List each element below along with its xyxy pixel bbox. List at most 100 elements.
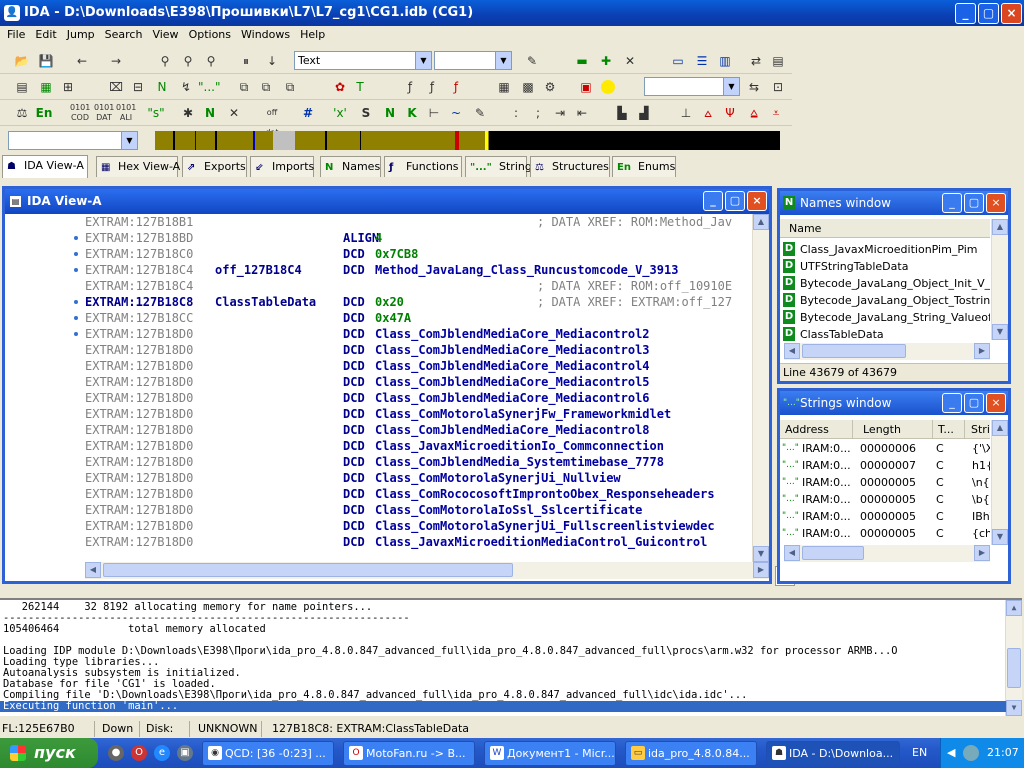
tab-imports[interactable]: ⇙ Imports	[250, 156, 314, 177]
scroll-down-icon[interactable]: ▼	[1006, 700, 1022, 716]
menu-edit[interactable]: Edit	[30, 26, 61, 46]
text-view-icon[interactable]: ▦	[36, 77, 56, 97]
scroll-left-icon[interactable]: ◀	[784, 343, 800, 359]
tab-names[interactable]: N Names	[320, 156, 381, 177]
calculator-icon[interactable]: ▦	[494, 77, 514, 97]
disasm-line[interactable]: EXTRAM:127B18D0 DCD Class_ComJblendMediaCo…	[5, 358, 756, 374]
manual-icon[interactable]: ✎	[470, 103, 490, 123]
taskbar-item-ida[interactable]: ☗ IDA - D:\Downloa...	[766, 741, 900, 766]
disasm-operand[interactable]: Class_ComMotorolaSynerjUi_Fullscreenlist…	[375, 518, 715, 534]
disasm-operand[interactable]: Class_ComMotorolaSynerjFw_Frameworkmidle…	[375, 406, 671, 422]
scroll-down-icon[interactable]: ▼	[992, 529, 1008, 545]
table-row[interactable]: "..."IRAM:0... 00000005 C {ch\	[780, 525, 990, 542]
name-icon[interactable]: N	[152, 77, 172, 97]
tab-functions[interactable]: ƒ Functions	[384, 156, 462, 177]
bar-chart-2-icon[interactable]: ▟	[634, 103, 654, 123]
remove-icon[interactable]: ✕	[620, 51, 640, 71]
disasm-line[interactable]: EXTRAM:127B18D0 DCD Class_JavaxMicroeditio…	[5, 438, 756, 454]
offset-icon[interactable]: off dat	[262, 103, 282, 137]
struct-icon[interactable]: ⧉	[234, 77, 254, 97]
disasm-mnemonic[interactable]: DCD	[343, 454, 365, 470]
length-column-header[interactable]: Length	[858, 420, 933, 439]
disasm-line[interactable]: EXTRAM:127B18D0 DCD Class_ComMotorolaSyner…	[5, 470, 756, 486]
scroll-thumb[interactable]	[802, 344, 906, 358]
align-op-icon[interactable]: 0101 ALI	[116, 103, 136, 123]
close-button[interactable]: ×	[747, 191, 767, 211]
semicolon-icon[interactable]: ;	[528, 103, 548, 123]
names-column-header[interactable]: Name	[784, 219, 990, 238]
disasm-operand[interactable]: Class_JavaxMicroeditionIo_Commconnection	[375, 438, 664, 454]
disasm-operand[interactable]: 0x47A	[375, 310, 411, 326]
disasm-mnemonic[interactable]: DCD	[343, 534, 365, 550]
string-column-header[interactable]: Stri	[966, 420, 992, 439]
disasm-line[interactable]: EXTRAM:127B18D0 DCD Class_ComJblendMediaCo…	[5, 390, 756, 406]
pause-icon[interactable]: ⏸	[236, 51, 256, 71]
disasm-line[interactable]: EXTRAM:127B18D0 DCD Class_ComJblendMedia_S…	[5, 454, 756, 470]
disasm-line[interactable]: EXTRAM:127B18C4 off_127B18C4 DCD Method_Jav…	[5, 262, 756, 278]
scroll-up-icon[interactable]: ▲	[992, 219, 1008, 235]
scroll-right-icon[interactable]: ▶	[974, 343, 990, 359]
scroll-down-icon[interactable]: ▼	[992, 324, 1008, 340]
maximize-button[interactable]: ▢	[725, 191, 745, 211]
disasm-mnemonic[interactable]: DCD	[343, 518, 365, 534]
tab-strings[interactable]: "..." Strings	[465, 156, 538, 177]
disasm-mnemonic[interactable]: DCD	[343, 502, 365, 518]
string-icon[interactable]: "..."	[198, 77, 220, 97]
function-end-icon[interactable]: ƒ	[446, 77, 466, 97]
menu-options[interactable]: Options	[184, 26, 236, 46]
view-mode-select[interactable]: Text ▼	[294, 51, 432, 70]
quicklaunch-app-2-icon[interactable]: ▣	[177, 745, 193, 761]
struct-var-icon[interactable]: ⧉	[256, 77, 276, 97]
delete-icon[interactable]: ✕	[224, 103, 244, 123]
disasm-line[interactable]: EXTRAM:127B18D0 DCD Class_ComMotorolaSyner…	[5, 518, 756, 534]
disasm-operand[interactable]: Class_ComJblendMediaCore_Mediacontrol4	[375, 358, 650, 374]
disasm-operand[interactable]: Class_ComJblendMediaCore_Mediacontrol8	[375, 422, 650, 438]
tab-structures[interactable]: ⚖ Structures	[530, 156, 610, 177]
scroll-down-icon[interactable]: ▼	[753, 546, 769, 562]
menu-help[interactable]: Help	[295, 26, 330, 46]
settings-icon[interactable]: ⊡	[768, 77, 788, 97]
forward-icon[interactable]: →	[106, 51, 126, 71]
xref-to-icon[interactable]: ⩟	[698, 103, 718, 123]
disasm-line[interactable]: EXTRAM:127B18D0 DCD Class_ComMotorolaSyner…	[5, 406, 756, 422]
window-tile-h-icon[interactable]: ☰	[692, 51, 712, 71]
nav-select[interactable]: ▼	[8, 131, 138, 150]
disasm-horizontal-scrollbar[interactable]: ◀ ▶	[85, 562, 769, 579]
disasm-line[interactable]: EXTRAM:127B18D0 DCD Class_ComRococosoftImp…	[5, 486, 756, 502]
strings-vertical-scrollbar[interactable]: ▲ ▼	[991, 420, 1008, 545]
names-horizontal-scrollbar[interactable]: ◀ ▶	[784, 343, 990, 360]
disassembly-listing[interactable]: EXTRAM:127B18B1 ; DATA XREF: ROM:Method_J…	[5, 214, 756, 562]
scroll-up-icon[interactable]: ▲	[753, 214, 769, 230]
function-edit-icon[interactable]: ƒ	[422, 77, 442, 97]
binoculars-next-icon[interactable]: ⚲	[178, 51, 198, 71]
log-line[interactable]: 105406464 total memory allocated	[3, 624, 266, 635]
disasm-label[interactable]: off_127B18C4	[215, 262, 302, 278]
minimize-button[interactable]: _	[703, 191, 723, 211]
disasm-mnemonic[interactable]: DCD	[343, 310, 365, 326]
xref-graph-icon[interactable]: ⩠	[744, 103, 764, 123]
scroll-left-icon[interactable]: ◀	[784, 545, 800, 561]
window-cascade-icon[interactable]: ▭	[668, 51, 688, 71]
menu-view[interactable]: View	[147, 26, 183, 46]
table-row[interactable]: "..."IRAM:0... 00000005 C IBh\	[780, 508, 990, 525]
rename-icon[interactable]: N	[200, 103, 220, 123]
structures-icon[interactable]: ⚖	[12, 103, 32, 123]
output-log[interactable]: ▲ ▼ 262144 32 8192 allocating memory for…	[0, 598, 1022, 716]
disasm-line[interactable]: EXTRAM:127B18BD ALIGN 4	[5, 230, 756, 246]
table-row[interactable]: "..." IRAM:0... 00000006 C {'\X	[780, 440, 990, 457]
disasm-mnemonic[interactable]: DCD	[343, 486, 365, 502]
scroll-up-icon[interactable]: ▲	[1006, 600, 1022, 616]
data-op-icon[interactable]: 0101 DAT	[94, 103, 114, 123]
xref-from-icon[interactable]: Ψ	[720, 103, 740, 123]
document-icon[interactable]: ▤	[12, 77, 32, 97]
graph-chart-icon[interactable]: ▩	[518, 77, 538, 97]
disasm-mnemonic[interactable]: DCD	[343, 246, 365, 262]
disasm-mnemonic[interactable]: DCD	[343, 406, 365, 422]
binoculars-icon[interactable]: ⚲	[155, 51, 175, 71]
tab-exports[interactable]: ⇗ Exports	[182, 156, 247, 177]
disasm-line[interactable]: EXTRAM:127B18D0 DCD Class_ComJblendMediaCo…	[5, 374, 756, 390]
menu-jump[interactable]: Jump	[62, 26, 100, 46]
disasm-mnemonic[interactable]: DCD	[343, 326, 365, 342]
list-item[interactable]: D Bytecode_JavaLang_String_Valueof_	[780, 309, 990, 326]
hash-icon[interactable]: #	[298, 103, 318, 123]
